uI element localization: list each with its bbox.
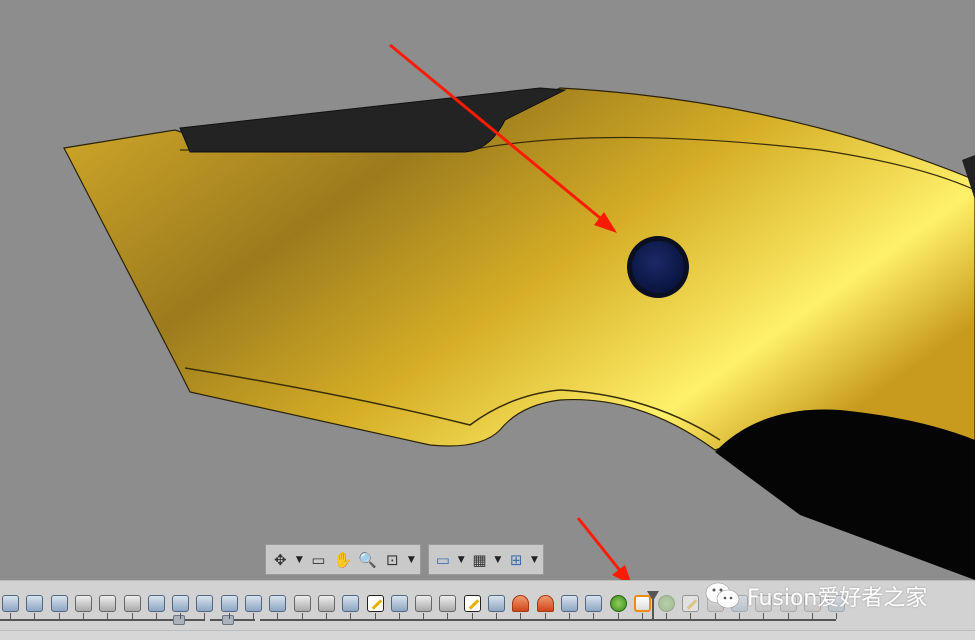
watermark: Fusion爱好者之家 [705,580,927,612]
timeline-tick [714,613,716,619]
wechat-icon [705,582,740,609]
display-settings-icon[interactable]: ▭ [433,549,453,571]
timeline-tick [447,613,449,619]
sweep-icon[interactable] [390,595,408,612]
timeline-tick [423,613,425,619]
fit-dropdown[interactable]: ▼ [407,555,416,565]
timeline-tick [520,613,522,619]
zoom-icon[interactable]: 🔍 [357,549,378,571]
timeline-tick [350,613,352,619]
timeline-tick [641,613,643,619]
timeline-tick [787,613,789,619]
move-icon[interactable] [220,595,238,612]
timeline-tick [471,613,473,619]
pin-icon[interactable] [536,595,554,612]
timeline-tick [82,613,84,619]
handle-grip [715,409,975,580]
loft-icon[interactable] [560,595,578,612]
timeline-tick [34,613,36,619]
revolve-icon[interactable] [269,595,287,612]
timeline-tick [301,613,303,619]
timeline-tick [739,613,740,619]
timeline-tick [228,613,230,619]
orbit-dropdown[interactable]: ▼ [295,555,304,565]
timeline-tick [690,613,692,619]
watermark-text: Fusion爱好者之家 [747,586,928,611]
move-icon[interactable] [196,595,214,612]
fillet-icon[interactable] [74,595,92,612]
grid-settings-icon[interactable]: ▦ [470,549,490,571]
chamfer-icon[interactable] [293,595,311,612]
combine-icon[interactable] [26,595,44,612]
green-joint-icon[interactable] [658,595,676,612]
joint-origin-icon[interactable] [2,595,19,612]
shell-icon[interactable] [99,595,117,612]
timeline-tick [253,613,254,619]
timeline-tick [568,613,570,619]
timeline-tick [325,613,327,619]
box-icon[interactable] [415,595,433,612]
shell-icon[interactable] [123,595,141,612]
timeline-tick [155,613,157,619]
grid-dropdown[interactable]: ▼ [493,555,502,565]
3d-viewport[interactable]: ✥ ▼ ▭ ✋ 🔍 ⊡ ▼ ▭ ▼ ▦ ▼ ⊞ ▼ [0,0,975,585]
move-icon[interactable] [245,595,262,612]
look-at-icon[interactable]: ▭ [308,549,329,571]
orbit-icon[interactable]: ✥ [270,549,291,571]
annotation-arrow [576,517,632,585]
viewports-icon[interactable]: ⊞ [506,549,526,571]
sweep-icon[interactable] [488,595,505,612]
timeline-marker-line[interactable] [652,597,654,619]
timeline-tick [544,613,546,619]
timeline-tick [107,613,109,619]
timeline-tick [836,613,838,619]
sketch-icon[interactable] [682,595,700,612]
loft-icon[interactable] [585,595,603,612]
pan-icon[interactable]: ✋ [333,549,354,571]
timeline-tick [666,613,668,619]
green-joint-icon[interactable] [609,595,627,612]
chamfer-icon[interactable] [439,595,457,612]
split-body-icon[interactable] [147,595,165,612]
extrude-icon[interactable] [342,595,360,612]
timeline-tick [204,613,206,619]
fit-icon[interactable]: ⊡ [382,549,403,571]
sketch-icon[interactable] [463,595,481,612]
timeline-tick [10,613,11,619]
timeline-tick [131,613,133,619]
pin-icon[interactable] [512,595,530,612]
timeline-tick [763,613,765,619]
combine-icon[interactable] [50,595,68,612]
status-bar [0,630,975,640]
move-icon[interactable] [172,595,190,612]
timeline-tick [617,613,619,619]
timeline-tick [58,613,60,619]
navigation-toolbar: ✥ ▼ ▭ ✋ 🔍 ⊡ ▼ [265,544,421,575]
timeline-track[interactable] [260,619,836,621]
timeline-tick [374,613,376,619]
timeline-tick [593,613,595,619]
timeline-group-handle[interactable] [173,615,185,625]
box-icon[interactable] [317,595,335,612]
timeline-tick [398,613,400,619]
timeline-tick [496,613,497,619]
display-toolbar: ▭ ▼ ▦ ▼ ⊞ ▼ [428,544,544,575]
timeline-tick [277,613,279,619]
timeline-tick [811,613,813,619]
sketch-icon[interactable] [366,595,384,612]
display-dropdown[interactable]: ▼ [457,555,466,565]
timeline-tick [180,613,182,619]
viewports-dropdown[interactable]: ▼ [530,555,539,565]
knife-model [63,43,975,585]
